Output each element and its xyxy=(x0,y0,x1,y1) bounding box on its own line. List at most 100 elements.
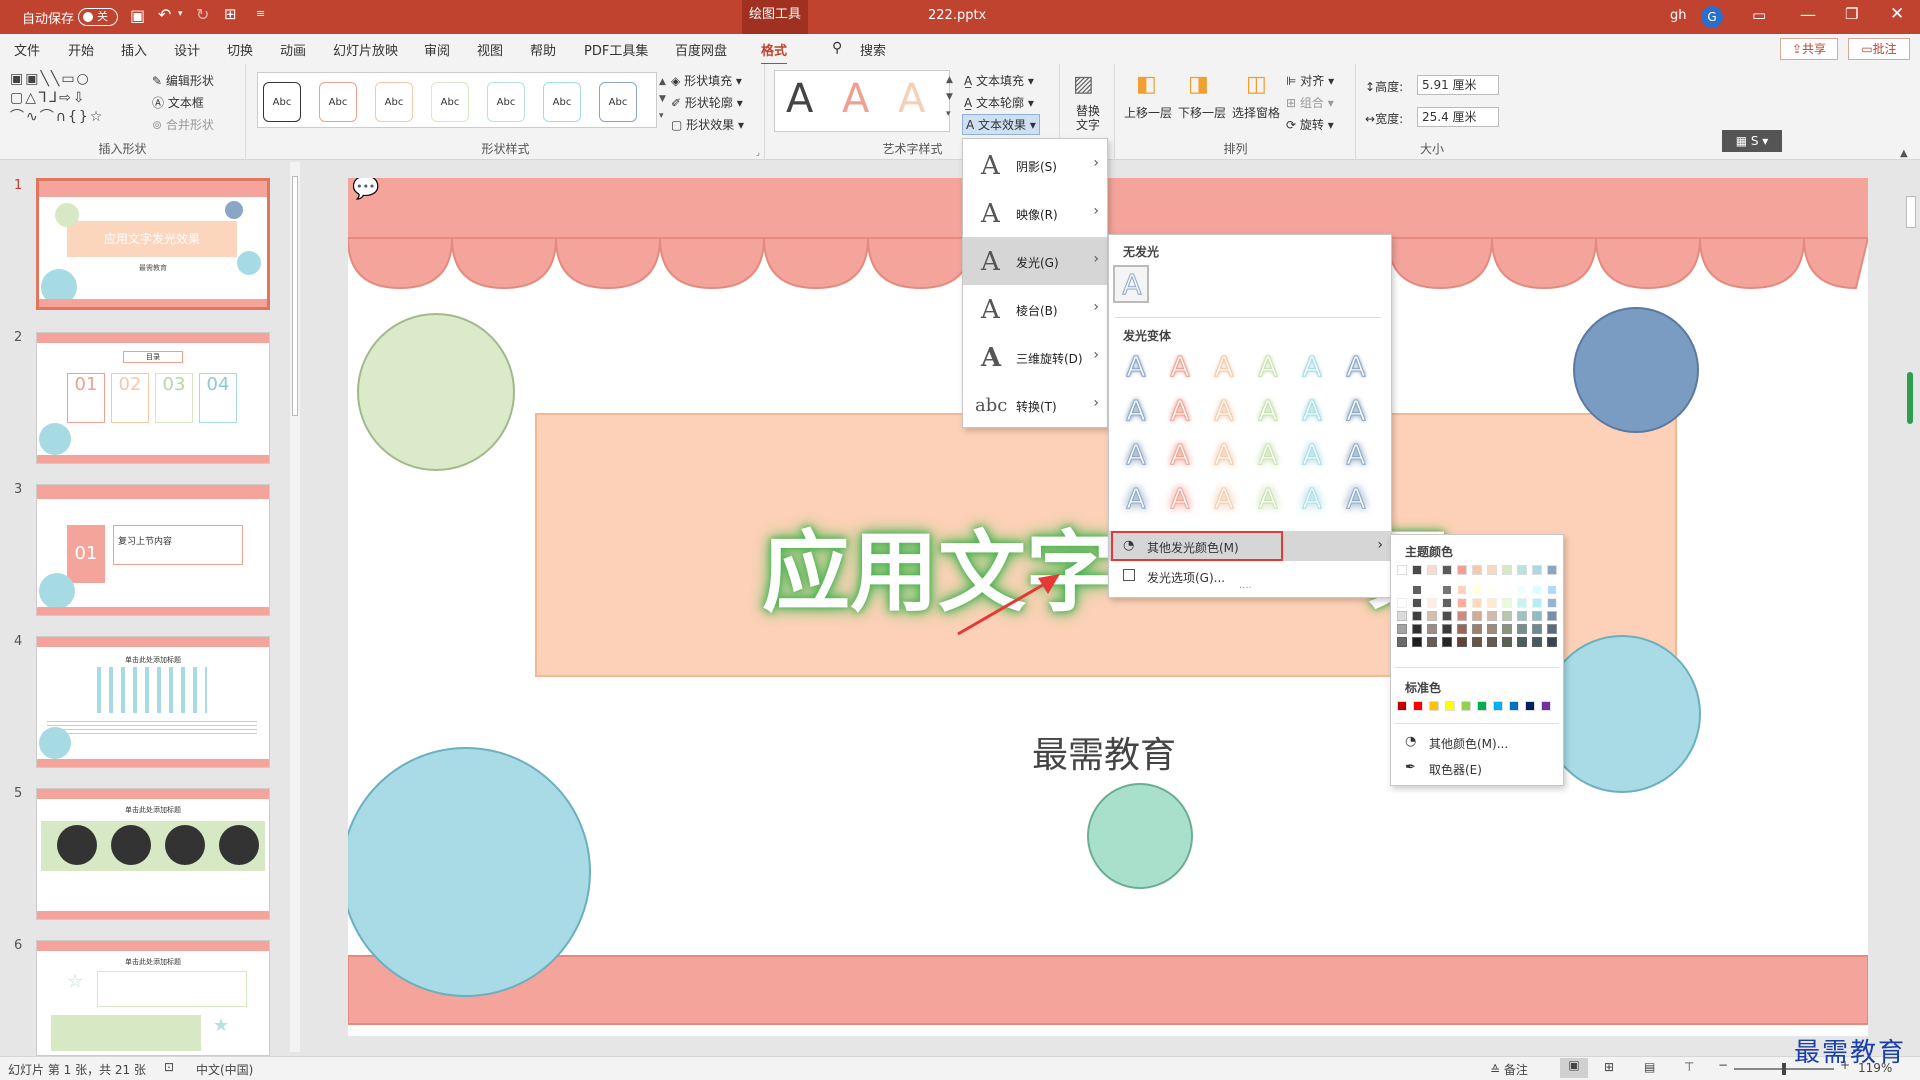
slide-thumbnail-4[interactable]: 单击此处添加标题 xyxy=(36,636,270,768)
standard-color-swatch[interactable] xyxy=(1525,701,1535,711)
menu-item-reflection[interactable]: A 映像(R) › xyxy=(963,189,1107,237)
theme-shade-swatch[interactable] xyxy=(1397,585,1407,595)
tab-view[interactable]: 视图 xyxy=(477,40,503,59)
theme-shade-swatch[interactable] xyxy=(1442,637,1452,647)
bring-forward-button[interactable]: 上移一层 xyxy=(1124,104,1172,121)
theme-color-swatch[interactable] xyxy=(1442,565,1452,575)
theme-shade-swatch[interactable] xyxy=(1472,624,1482,634)
no-glow-option[interactable]: A xyxy=(1113,265,1149,303)
theme-color-swatch[interactable] xyxy=(1412,565,1422,575)
theme-shade-swatch[interactable] xyxy=(1397,624,1407,634)
shape-effects-button[interactable]: ▢ 形状效果 ▾ xyxy=(671,116,744,133)
selection-pane-button[interactable]: 选择窗格 xyxy=(1232,104,1280,121)
theme-shade-swatch[interactable] xyxy=(1487,611,1497,621)
glow-variant-option[interactable]: A xyxy=(1339,481,1373,517)
theme-shade-swatch[interactable] xyxy=(1517,611,1527,621)
width-input[interactable]: 25.4 厘米 xyxy=(1417,107,1499,127)
zoom-slider-thumb[interactable] xyxy=(1782,1063,1786,1075)
ribbon-display-icon[interactable]: ▭ xyxy=(1752,6,1766,24)
group-button[interactable]: ⊞ 组合 ▾ xyxy=(1286,94,1334,111)
theme-shade-swatch[interactable] xyxy=(1427,624,1437,634)
theme-shade-swatch[interactable] xyxy=(1427,611,1437,621)
tab-transitions[interactable]: 切换 xyxy=(227,40,253,59)
customize-toolbar-icon[interactable]: ≡ xyxy=(256,7,265,20)
theme-shade-swatch[interactable] xyxy=(1487,637,1497,647)
slideshow-icon[interactable]: ⊤ xyxy=(1684,1060,1694,1074)
tab-slideshow[interactable]: 幻灯片放映 xyxy=(333,40,398,59)
align-button[interactable]: ⊫ 对齐 ▾ xyxy=(1286,72,1334,89)
glow-variant-option[interactable]: A xyxy=(1119,437,1153,473)
theme-shade-swatch[interactable] xyxy=(1487,598,1497,608)
wordart-style-3[interactable]: A xyxy=(898,76,925,122)
tab-help[interactable]: 帮助 xyxy=(530,40,556,59)
text-outline-button[interactable]: A̲ 文本轮廓 ▾ xyxy=(964,94,1034,111)
shape-outline-button[interactable]: ✐ 形状轮廓 ▾ xyxy=(671,94,743,111)
tab-home[interactable]: 开始 xyxy=(68,40,94,59)
theme-shade-swatch[interactable] xyxy=(1532,598,1542,608)
dialog-launcher-icon[interactable]: ⌟ xyxy=(756,148,760,158)
glow-variant-option[interactable]: A xyxy=(1119,349,1153,385)
normal-view-icon[interactable]: ▣ xyxy=(1560,1058,1588,1078)
comments-button[interactable]: ▭批注 xyxy=(1848,38,1910,60)
tab-design[interactable]: 设计 xyxy=(174,40,200,59)
theme-color-swatch[interactable] xyxy=(1502,565,1512,575)
theme-color-swatch[interactable] xyxy=(1457,565,1467,575)
standard-color-swatch[interactable] xyxy=(1509,701,1519,711)
theme-color-swatch[interactable] xyxy=(1532,565,1542,575)
theme-shade-swatch[interactable] xyxy=(1412,611,1422,621)
theme-shade-swatch[interactable] xyxy=(1457,624,1467,634)
menu-item-shadow[interactable]: A 阴影(S) › xyxy=(963,141,1107,189)
glow-variant-option[interactable]: A xyxy=(1163,437,1197,473)
theme-shade-swatch[interactable] xyxy=(1517,624,1527,634)
theme-shade-swatch[interactable] xyxy=(1502,624,1512,634)
more-colors-item[interactable]: ◔ 其他颜色(M)... xyxy=(1391,731,1563,755)
menu-item-transform[interactable]: abc 转换(T) › xyxy=(963,381,1107,429)
glow-variant-option[interactable]: A xyxy=(1119,481,1153,517)
standard-color-swatch[interactable] xyxy=(1413,701,1423,711)
text-effects-button[interactable]: A 文本效果 ▾ xyxy=(962,114,1040,135)
glow-variant-option[interactable]: A xyxy=(1207,349,1241,385)
theme-shade-swatch[interactable] xyxy=(1397,598,1407,608)
standard-color-swatch[interactable] xyxy=(1397,701,1407,711)
slide-title-text[interactable]: 应用文字 xyxy=(762,502,1114,629)
shape-style-7[interactable]: Abc xyxy=(599,82,637,122)
theme-shade-swatch[interactable] xyxy=(1457,611,1467,621)
theme-shade-swatch[interactable] xyxy=(1412,585,1422,595)
glow-variant-option[interactable]: A xyxy=(1251,393,1285,429)
reading-view-icon[interactable]: ▤ xyxy=(1644,1060,1655,1074)
ime-toolbar[interactable]: ▦ S ▾ xyxy=(1722,130,1782,152)
theme-shade-swatch[interactable] xyxy=(1487,624,1497,634)
share-button[interactable]: ⇪共享 xyxy=(1780,38,1838,60)
standard-color-swatch[interactable] xyxy=(1429,701,1439,711)
comment-marker-icon[interactable]: 💬 xyxy=(352,178,379,201)
shape-style-6[interactable]: Abc xyxy=(543,82,581,122)
shape-style-scroll-icon[interactable]: ▲ ▼ ▾ xyxy=(659,74,666,125)
resize-grip-icon[interactable]: ···· xyxy=(1239,583,1252,594)
theme-shade-swatch[interactable] xyxy=(1547,585,1557,595)
accessibility-icon[interactable]: ⊡ xyxy=(164,1060,174,1074)
menu-item-glow[interactable]: A 发光(G) › xyxy=(963,237,1107,285)
glow-variant-option[interactable]: A xyxy=(1251,481,1285,517)
slide-sorter-icon[interactable]: ⊞ xyxy=(1604,1060,1614,1074)
theme-shade-swatch[interactable] xyxy=(1442,611,1452,621)
shape-style-3[interactable]: Abc xyxy=(375,82,413,122)
glow-variant-option[interactable]: A xyxy=(1163,349,1197,385)
slide-thumbnail-1[interactable]: 应用文字发光效果 最需教育 xyxy=(36,178,270,310)
theme-shade-swatch[interactable] xyxy=(1397,611,1407,621)
shape-gallery[interactable]: ▣▣╲╲▭○ ▢△ᒣᒧ⇨⇩ ⌒∿⌒∩{}☆ xyxy=(10,70,134,134)
glow-variant-option[interactable]: A xyxy=(1339,393,1373,429)
slide-subtitle-text[interactable]: 最需教育 xyxy=(1032,726,1176,778)
language-indicator[interactable]: 中文(中国) xyxy=(196,1061,253,1078)
search-box[interactable]: 搜索 xyxy=(860,40,886,59)
glow-variant-option[interactable]: A xyxy=(1119,393,1153,429)
menu-item-3d-rotation[interactable]: A 三维旋转(D) › xyxy=(963,333,1107,381)
theme-shade-swatch[interactable] xyxy=(1472,585,1482,595)
theme-shade-swatch[interactable] xyxy=(1427,637,1437,647)
wordart-style-2[interactable]: A xyxy=(842,76,869,122)
undo-icon[interactable]: ↶ xyxy=(158,5,171,24)
theme-shade-swatch[interactable] xyxy=(1547,637,1557,647)
glow-variant-option[interactable]: A xyxy=(1295,437,1329,473)
theme-shade-swatch[interactable] xyxy=(1532,624,1542,634)
glow-variant-option[interactable]: A xyxy=(1295,393,1329,429)
standard-color-swatch[interactable] xyxy=(1445,701,1455,711)
